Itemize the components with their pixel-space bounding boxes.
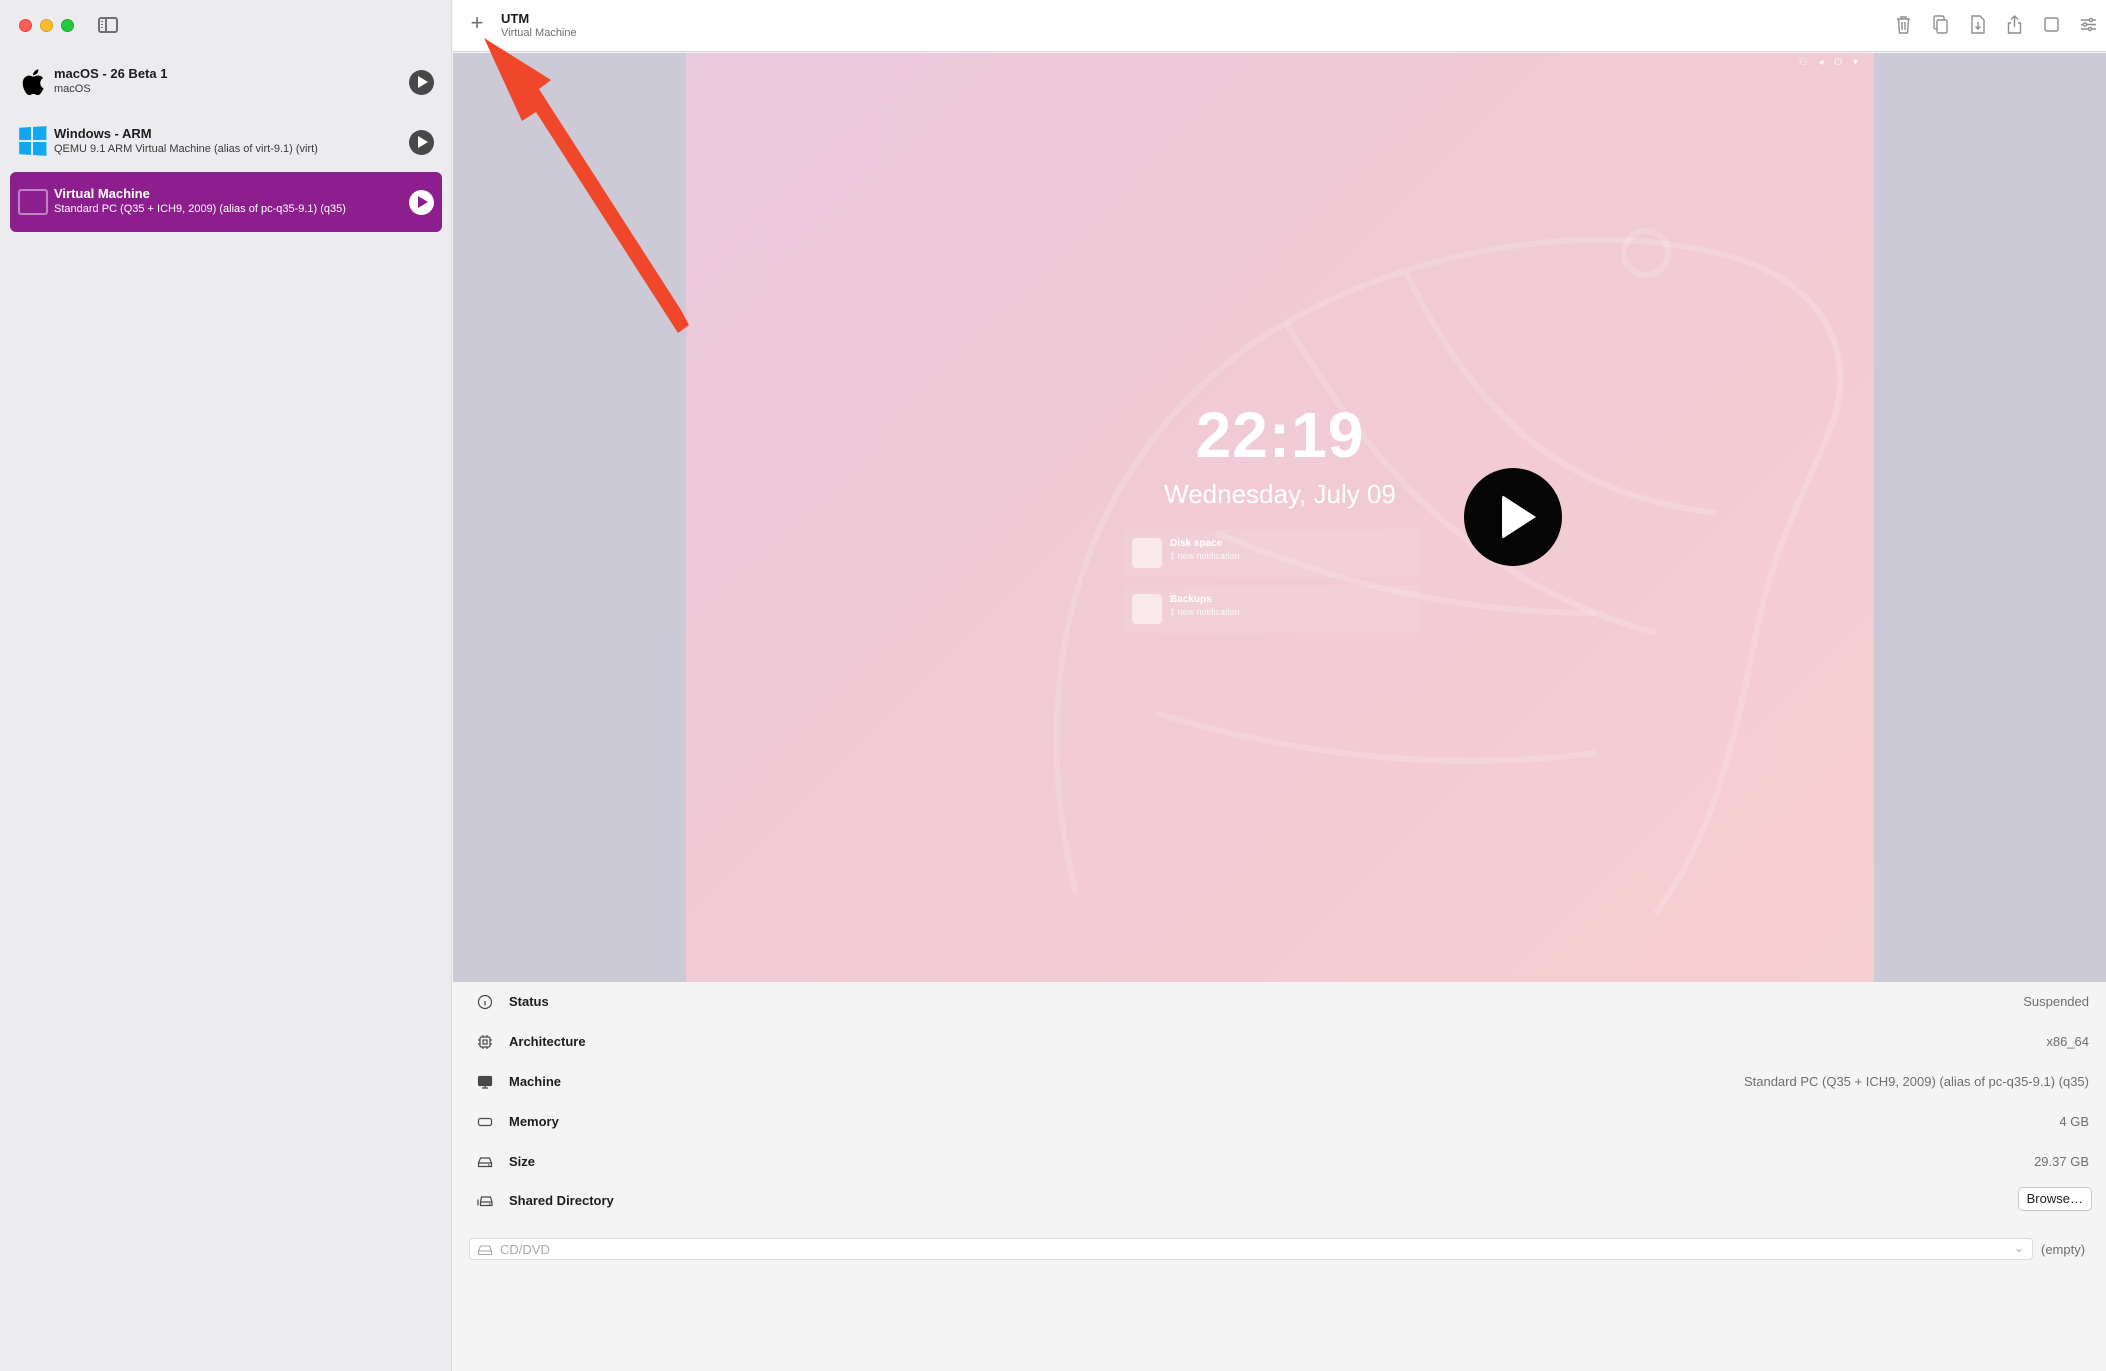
info-value: 4 GB bbox=[2059, 1114, 2089, 1129]
apple-logo-icon bbox=[18, 67, 48, 97]
window-controls bbox=[19, 19, 74, 32]
info-label: Shared Directory bbox=[509, 1193, 614, 1208]
info-value: 29.37 GB bbox=[2034, 1154, 2089, 1169]
zoom-window-button[interactable] bbox=[61, 19, 74, 32]
vm-description: macOS bbox=[54, 83, 91, 95]
window-icon[interactable] bbox=[2042, 14, 2061, 35]
monitor-icon bbox=[18, 187, 48, 217]
display-icon bbox=[477, 1074, 493, 1090]
play-button[interactable] bbox=[409, 130, 434, 155]
drive-icon bbox=[477, 1154, 493, 1170]
notification-backups: Backups 1 new notification bbox=[1124, 585, 1420, 633]
close-window-button[interactable] bbox=[19, 19, 32, 32]
backup-icon bbox=[1132, 594, 1162, 624]
minimize-window-button[interactable] bbox=[40, 19, 53, 32]
lock-screen-clock: 22:19 bbox=[1195, 399, 1365, 471]
clone-icon[interactable] bbox=[1931, 14, 1950, 35]
browse-button[interactable]: Browse… bbox=[2017, 1187, 2092, 1211]
window-subtitle: Virtual Machine bbox=[501, 27, 577, 39]
info-label: Size bbox=[509, 1154, 536, 1169]
trash-icon[interactable] bbox=[1894, 14, 1913, 35]
window-title: UTM bbox=[501, 11, 530, 26]
memory-icon bbox=[477, 1114, 493, 1130]
sidebar-toggle-icon[interactable] bbox=[98, 17, 118, 33]
info-label: Architecture bbox=[509, 1034, 586, 1049]
info-row-shared-directory: Shared Directory Browse… bbox=[453, 1181, 2106, 1221]
disk-icon bbox=[1132, 538, 1162, 568]
vm-name: Windows - ARM bbox=[54, 126, 152, 141]
vm-description: QEMU 9.1 ARM Virtual Machine (alias of v… bbox=[54, 143, 318, 155]
info-row-size: Size 29.37 GB bbox=[453, 1142, 2106, 1182]
play-button[interactable] bbox=[409, 190, 434, 215]
vm-description: Standard PC (Q35 + ICH9, 2009) (alias of… bbox=[54, 203, 346, 215]
chip-icon bbox=[477, 1034, 493, 1050]
info-row-architecture: Architecture x86_64 bbox=[453, 1022, 2106, 1062]
lock-screen-date: Wednesday, July 09 bbox=[1164, 479, 1396, 509]
vm-display-area[interactable]: ⚇ ◂ ⏻ ▾ 22:19 Wednesday, July 09 Disk sp… bbox=[453, 53, 2106, 982]
notification-subtitle: 1 new notification bbox=[1170, 551, 1240, 561]
info-label: Status bbox=[509, 994, 549, 1009]
notification-title: Backups bbox=[1170, 594, 1212, 605]
share-icon[interactable] bbox=[2005, 14, 2024, 35]
info-label: Machine bbox=[509, 1074, 562, 1089]
main-panel: + UTM Virtual Machine ⚇ ◂ ⏻ ▾ 22:19 Wedn… bbox=[453, 0, 2106, 1371]
add-vm-button[interactable]: + bbox=[467, 12, 487, 34]
disc-drive-icon bbox=[477, 1243, 493, 1256]
vm-name: macOS - 26 Beta 1 bbox=[54, 66, 168, 81]
notification-title: Disk space bbox=[1170, 538, 1223, 549]
vm-screenshot: ⚇ ◂ ⏻ ▾ 22:19 Wednesday, July 09 Disk sp… bbox=[686, 53, 1874, 982]
start-vm-button[interactable] bbox=[1464, 468, 1562, 566]
info-circle-icon bbox=[477, 994, 493, 1010]
vm-status-icons: ⚇ ◂ ⏻ ▾ bbox=[1798, 57, 1862, 68]
info-row-status: Status Suspended bbox=[453, 982, 2106, 1022]
info-label: Memory bbox=[509, 1114, 559, 1129]
shared-drive-icon bbox=[477, 1193, 493, 1209]
vm-item-virtual-machine[interactable]: Virtual Machine Standard PC (Q35 + ICH9,… bbox=[10, 172, 442, 232]
notification-disk-space: Disk space 1 new notification bbox=[1124, 529, 1420, 577]
vm-list: macOS - 26 Beta 1 macOS Windows - ARM QE… bbox=[10, 52, 442, 232]
cd-dvd-select[interactable]: CD/DVD ⌄ bbox=[469, 1238, 2033, 1260]
cd-dvd-value: (empty) bbox=[2041, 1242, 2086, 1257]
info-row-machine: Machine Standard PC (Q35 + ICH9, 2009) (… bbox=[453, 1062, 2106, 1102]
vm-item-macos[interactable]: macOS - 26 Beta 1 macOS bbox=[10, 52, 442, 112]
info-value: Standard PC (Q35 + ICH9, 2009) (alias of… bbox=[1743, 1074, 2089, 1089]
play-button[interactable] bbox=[409, 70, 434, 95]
toolbar: + UTM Virtual Machine bbox=[453, 0, 2106, 52]
download-icon[interactable] bbox=[1968, 14, 1987, 35]
vm-name: Virtual Machine bbox=[54, 186, 150, 201]
sidebar: macOS - 26 Beta 1 macOS Windows - ARM QE… bbox=[0, 0, 452, 1371]
windows-logo-icon bbox=[18, 126, 48, 157]
info-value: Suspended bbox=[2023, 994, 2089, 1009]
notification-subtitle: 1 new notification bbox=[1170, 607, 1240, 617]
info-row-memory: Memory 4 GB bbox=[453, 1102, 2106, 1142]
settings-icon[interactable] bbox=[2079, 14, 2098, 35]
vm-item-windows[interactable]: Windows - ARM QEMU 9.1 ARM Virtual Machi… bbox=[10, 112, 442, 172]
cd-dvd-placeholder: CD/DVD bbox=[500, 1242, 550, 1257]
info-value: x86_64 bbox=[2046, 1034, 2089, 1049]
chevron-down-icon: ⌄ bbox=[2013, 1241, 2024, 1255]
toolbar-actions bbox=[1894, 14, 2098, 35]
